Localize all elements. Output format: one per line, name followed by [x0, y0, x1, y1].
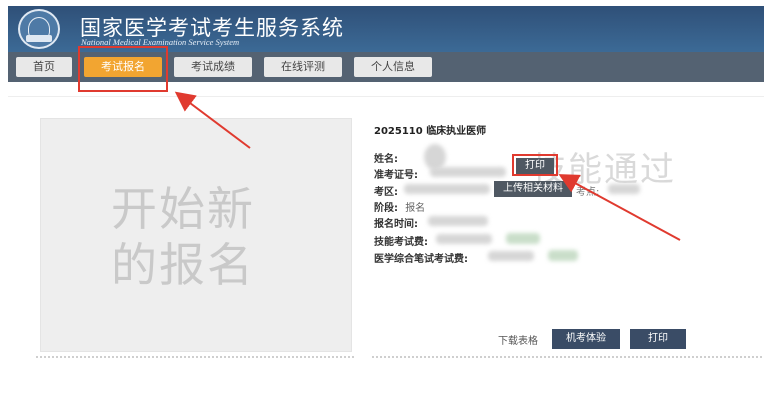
redacted-written-fee-status — [548, 250, 578, 261]
tab-online-assessment[interactable]: 在线评测 — [264, 57, 342, 77]
annotation-box-print — [512, 154, 558, 176]
left-panel-divider — [36, 356, 354, 358]
field-area: 考区: — [374, 183, 398, 198]
logo-emblem-icon — [18, 9, 60, 49]
field-written-fee: 医学综合笔试考试费: — [374, 250, 468, 265]
field-time: 报名时间: — [374, 215, 418, 230]
right-panel-divider — [372, 356, 762, 358]
download-forms-link[interactable]: 下载表格 — [498, 332, 538, 347]
redacted-time — [428, 216, 488, 226]
upload-materials-button[interactable]: 上传相关材料 — [494, 181, 572, 197]
field-stage: 阶段: 报名 — [374, 199, 425, 214]
print-button[interactable]: 打印 — [630, 329, 686, 349]
exam-title: 2025110 临床执业医师 — [374, 126, 487, 137]
field-skill-fee-label: 技能考试费: — [374, 237, 428, 248]
new-registration-line2: 的报名 — [111, 238, 255, 292]
field-time-label: 报名时间: — [374, 219, 418, 230]
field-written-fee-label: 医学综合笔试考试费: — [374, 254, 468, 265]
field-stage-label: 阶段: — [374, 203, 398, 214]
field-area-label: 考区: — [374, 187, 398, 198]
redacted-exam-site — [608, 184, 640, 194]
field-name-label: 姓名: — [374, 154, 398, 165]
new-registration-line1: 开始新 — [111, 182, 255, 236]
field-stage-value: 报名 — [405, 203, 426, 214]
tab-personal-info[interactable]: 个人信息 — [354, 57, 432, 77]
redacted-ticket — [430, 167, 506, 177]
field-ticket: 准考证号: — [374, 166, 418, 181]
new-registration-card[interactable]: 开始新 的报名 — [40, 118, 352, 352]
new-registration-label: 开始新 的报名 — [111, 181, 291, 293]
tab-home[interactable]: 首页 — [16, 57, 72, 77]
logo-emblem-band — [26, 35, 52, 42]
annotation-box-registration — [78, 46, 168, 92]
field-name: 姓名: — [374, 150, 398, 165]
field-skill-fee: 技能考试费: — [374, 233, 428, 248]
machine-exam-button[interactable]: 机考体验 — [552, 329, 620, 349]
redacted-written-fee — [488, 251, 534, 261]
tab-exam-scores[interactable]: 考试成绩 — [174, 57, 252, 77]
exam-site-label: 考点: — [576, 187, 600, 198]
field-ticket-label: 准考证号: — [374, 170, 418, 181]
top-divider — [8, 96, 764, 97]
redacted-skill-fee-status — [506, 233, 540, 244]
redacted-skill-fee — [436, 234, 492, 244]
redacted-area — [404, 184, 490, 194]
